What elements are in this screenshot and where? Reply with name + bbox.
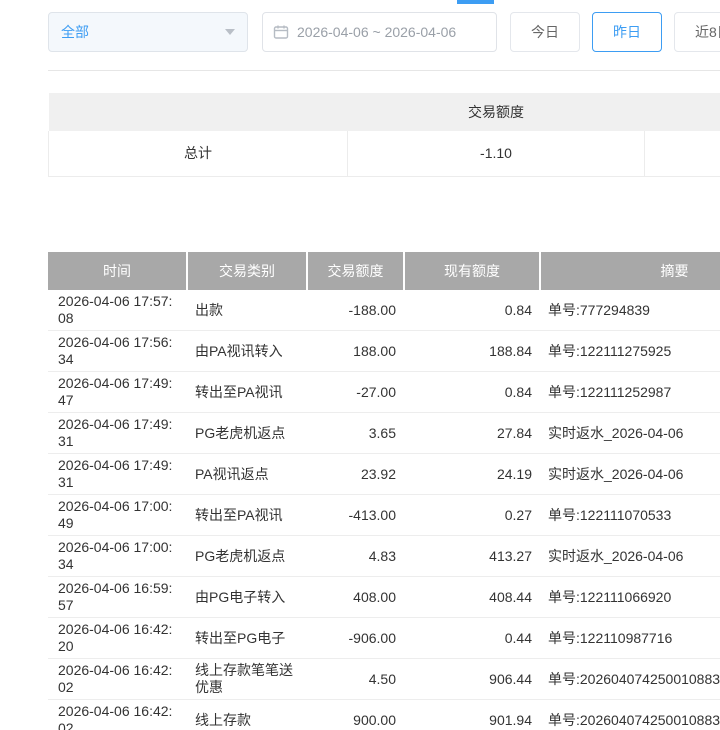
summary-header-label: 交易额度	[348, 93, 645, 131]
cell: -27.00	[307, 372, 404, 413]
summary-total-value: -1.10	[348, 131, 645, 176]
cell: 2026-04-06 16:42:02	[48, 659, 187, 700]
cell: 实时返水_2026-04-06	[540, 413, 720, 454]
cell: 23.92	[307, 454, 404, 495]
column-header: 交易额度	[307, 252, 404, 290]
cell: 2026-04-06 16:59:57	[48, 577, 187, 618]
cell: 2026-04-06 17:49:31	[48, 454, 187, 495]
cell: 实时返水_2026-04-06	[540, 454, 720, 495]
summary-total-row: 总计 -1.10	[49, 131, 720, 176]
cell: 转出至PA视讯	[187, 372, 307, 413]
table-row: 2026-04-06 17:57:08出款-188.000.84单号:77729…	[48, 290, 720, 331]
calendar-icon	[273, 24, 289, 40]
cell: 900.00	[307, 700, 404, 730]
category-select[interactable]: 全部	[48, 12, 248, 52]
cell: 出款	[187, 290, 307, 331]
cell: 2026-04-06 17:00:34	[48, 536, 187, 577]
cell: 408.44	[404, 577, 540, 618]
table-row: 2026-04-06 17:00:34PG老虎机返点4.83413.27实时返水…	[48, 536, 720, 577]
table-row: 2026-04-06 16:42:02线上存款900.00901.94单号:20…	[48, 700, 720, 730]
cell: 2026-04-06 16:42:20	[48, 618, 187, 659]
quick-button-2[interactable]: 近8日	[674, 12, 720, 52]
cell: 3.65	[307, 413, 404, 454]
cell: 24.19	[404, 454, 540, 495]
cell: 188.00	[307, 331, 404, 372]
table-row: 2026-04-06 17:56:34由PA视讯转入188.00188.84单号…	[48, 331, 720, 372]
cell: 27.84	[404, 413, 540, 454]
table-row: 2026-04-06 17:00:49转出至PA视讯-413.000.27单号:…	[48, 495, 720, 536]
cell: -906.00	[307, 618, 404, 659]
cell: 单号:122111066920	[540, 577, 720, 618]
chevron-down-icon	[225, 29, 235, 35]
cell: 0.44	[404, 618, 540, 659]
cell: 2026-04-06 17:57:08	[48, 290, 187, 331]
cell: 188.84	[404, 331, 540, 372]
column-header: 摘要	[540, 252, 720, 290]
cell: 单号:122111252987	[540, 372, 720, 413]
cell: 4.83	[307, 536, 404, 577]
cell: 413.27	[404, 536, 540, 577]
cell: 2026-04-06 17:49:31	[48, 413, 187, 454]
active-tab-indicator	[457, 0, 494, 4]
cell: 单号:122111070533	[540, 495, 720, 536]
quick-button-0[interactable]: 今日	[510, 12, 580, 52]
table-row: 2026-04-06 16:42:02线上存款笔笔送优惠4.50906.44单号…	[48, 659, 720, 700]
cell: 单号:202604074250010883	[540, 659, 720, 700]
column-header: 现有额度	[404, 252, 540, 290]
table-header-row: 时间交易类别交易额度现有额度摘要	[48, 252, 720, 290]
cell: 线上存款笔笔送优惠	[187, 659, 307, 700]
cell: 2026-04-06 16:42:02	[48, 700, 187, 730]
summary-header-empty-right	[645, 93, 720, 131]
column-header: 时间	[48, 252, 187, 290]
cell: 0.27	[404, 495, 540, 536]
cell: PA视讯返点	[187, 454, 307, 495]
cell: PG老虎机返点	[187, 413, 307, 454]
cell: PG老虎机返点	[187, 536, 307, 577]
divider	[48, 70, 720, 71]
cell: 906.44	[404, 659, 540, 700]
cell: 4.50	[307, 659, 404, 700]
cell: 0.84	[404, 290, 540, 331]
cell: 2026-04-06 17:56:34	[48, 331, 187, 372]
cell: -188.00	[307, 290, 404, 331]
category-select-value: 全部	[61, 22, 225, 42]
summary-header-empty-left	[49, 93, 348, 131]
filter-bar: 全部 2026-04-06 ~ 2026-04-06 今日昨日近8日	[48, 12, 720, 52]
summary-total-label: 总计	[49, 131, 348, 176]
quick-buttons: 今日昨日近8日	[510, 12, 720, 52]
cell: 2026-04-06 17:49:47	[48, 372, 187, 413]
cell: 单号:122110987716	[540, 618, 720, 659]
summary-table: 交易额度 总计 -1.10	[48, 93, 720, 177]
table-row: 2026-04-06 16:59:57由PG电子转入408.00408.44单号…	[48, 577, 720, 618]
cell: 实时返水_2026-04-06	[540, 536, 720, 577]
cell: 0.84	[404, 372, 540, 413]
cell: 转出至PA视讯	[187, 495, 307, 536]
date-range-value: 2026-04-06 ~ 2026-04-06	[297, 24, 456, 40]
table-row: 2026-04-06 16:42:20转出至PG电子-906.000.44单号:…	[48, 618, 720, 659]
quick-button-1[interactable]: 昨日	[592, 12, 662, 52]
cell: 由PA视讯转入	[187, 331, 307, 372]
cell: 2026-04-06 17:00:49	[48, 495, 187, 536]
summary-total-empty	[645, 131, 720, 176]
cell: 由PG电子转入	[187, 577, 307, 618]
table-body: 2026-04-06 17:57:08出款-188.000.84单号:77729…	[48, 290, 720, 730]
table-row: 2026-04-06 17:49:31PA视讯返点23.9224.19实时返水_…	[48, 454, 720, 495]
cell: 线上存款	[187, 700, 307, 730]
date-range-picker[interactable]: 2026-04-06 ~ 2026-04-06	[262, 12, 497, 52]
summary-header-row: 交易额度	[49, 93, 720, 131]
table-row: 2026-04-06 17:49:47转出至PA视讯-27.000.84单号:1…	[48, 372, 720, 413]
cell: 转出至PG电子	[187, 618, 307, 659]
page: 全部 2026-04-06 ~ 2026-04-06 今日昨日近8日	[0, 0, 720, 730]
cell: 901.94	[404, 700, 540, 730]
cell: 408.00	[307, 577, 404, 618]
column-header: 交易类别	[187, 252, 307, 290]
transactions-table: 时间交易类别交易额度现有额度摘要 2026-04-06 17:57:08出款-1…	[48, 252, 720, 730]
cell: 单号:122111275925	[540, 331, 720, 372]
cell: 单号:202604074250010883	[540, 700, 720, 730]
cell: 单号:777294839	[540, 290, 720, 331]
table-row: 2026-04-06 17:49:31PG老虎机返点3.6527.84实时返水_…	[48, 413, 720, 454]
cell: -413.00	[307, 495, 404, 536]
